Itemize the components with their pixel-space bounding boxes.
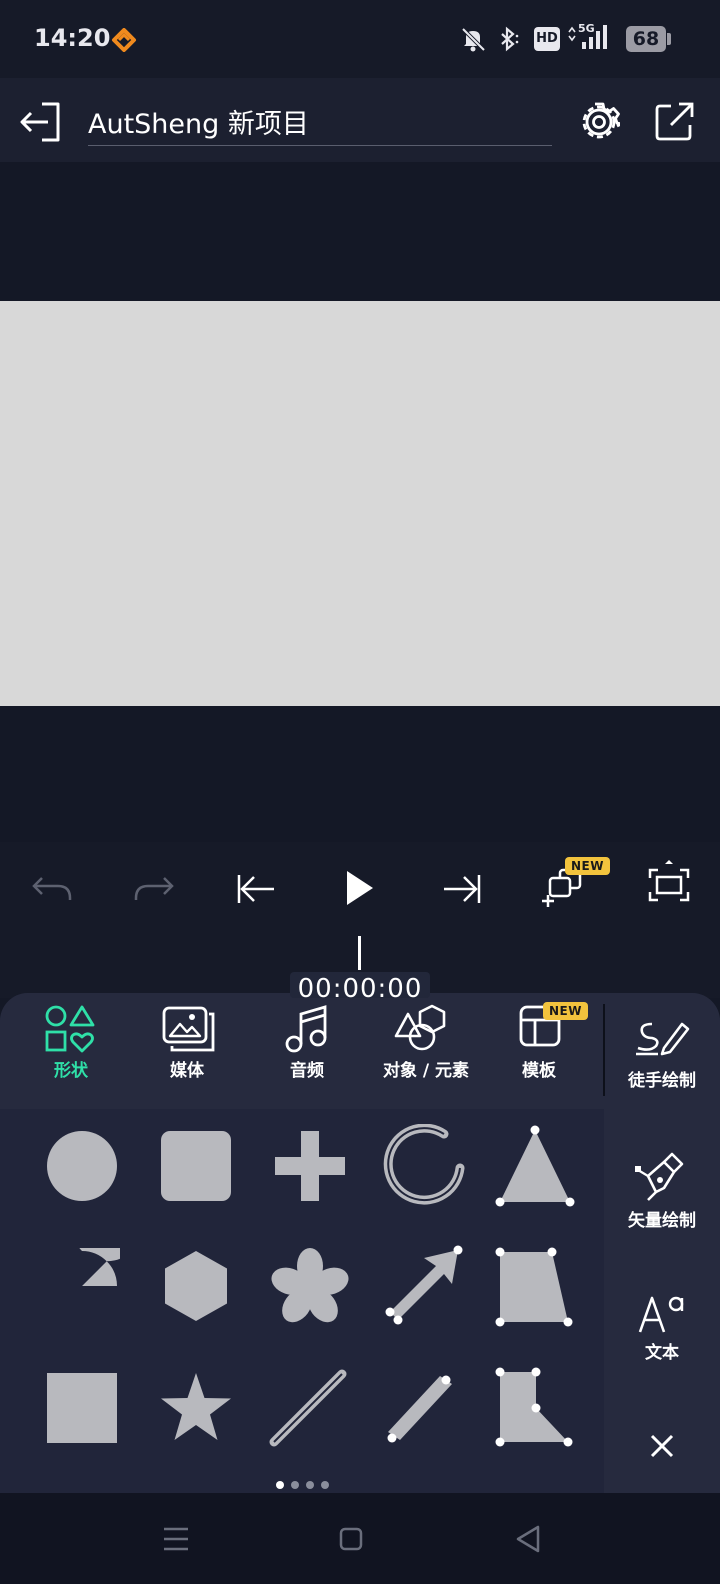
redo-icon[interactable]: [132, 872, 176, 906]
tab-media[interactable]: 媒体: [142, 1000, 232, 1090]
page-dot[interactable]: [321, 1481, 329, 1489]
exit-project-icon[interactable]: [18, 100, 62, 144]
tab-audio[interactable]: 音频: [262, 1000, 352, 1090]
settings-gear-icon[interactable]: [578, 101, 620, 143]
add-layer-new-badge: NEW: [565, 857, 610, 875]
timecode-box: 00:00:00: [290, 972, 430, 998]
bluetooth-icon: [501, 26, 519, 52]
page-dot[interactable]: [276, 1481, 284, 1489]
shape-trapezoid[interactable]: [492, 1246, 576, 1328]
shape-square[interactable]: [44, 1370, 120, 1446]
music-note-icon: [285, 1005, 327, 1053]
shape-plus[interactable]: [272, 1128, 348, 1204]
signal-icon: [568, 25, 607, 49]
media-gallery-icon: [162, 1006, 215, 1052]
close-panel-icon[interactable]: [648, 1432, 676, 1460]
hd-voice-badge: HD: [534, 27, 560, 51]
shape-star[interactable]: [158, 1370, 234, 1446]
page-dot[interactable]: [306, 1481, 314, 1489]
freehand-pen-icon: [636, 1022, 690, 1056]
export-share-icon[interactable]: [654, 100, 696, 142]
tab-label: 模板: [522, 1061, 556, 1081]
shape-flower[interactable]: [270, 1246, 350, 1326]
page-dot[interactable]: [291, 1481, 299, 1489]
undo-icon[interactable]: [30, 872, 74, 906]
templates-new-badge: NEW: [543, 1002, 588, 1020]
project-canvas[interactable]: [0, 301, 720, 706]
tab-label: 对象 / 元素: [382, 1061, 470, 1081]
shape-hexagon[interactable]: [158, 1248, 234, 1324]
play-icon[interactable]: [342, 868, 376, 908]
shape-thick-line[interactable]: [382, 1366, 466, 1450]
shape-triangle[interactable]: [494, 1124, 576, 1208]
timeline-playhead[interactable]: [358, 936, 361, 970]
side-tool-label: 徒手绘制: [628, 1071, 696, 1091]
side-tool-label: 矢量绘制: [628, 1211, 696, 1231]
vector-pen-icon: [635, 1152, 684, 1201]
project-title[interactable]: AutSheng 新项目: [88, 102, 309, 141]
text-icon: [638, 1296, 684, 1333]
shape-rounded-square[interactable]: [158, 1128, 234, 1204]
freehand-draw-button[interactable]: 徒手绘制: [604, 1010, 720, 1100]
battery-indicator: 68: [626, 26, 671, 52]
skip-to-end-icon[interactable]: [442, 872, 482, 906]
vector-draw-button[interactable]: 矢量绘制: [604, 1150, 720, 1240]
tab-shapes[interactable]: 形状: [26, 1000, 116, 1090]
shape-arrow[interactable]: [384, 1244, 466, 1326]
text-tool-button[interactable]: 文本: [604, 1290, 720, 1370]
status-clock: 14:20: [34, 24, 111, 52]
shape-arc-ring[interactable]: [382, 1124, 466, 1208]
battery-cap: [667, 33, 671, 45]
battery-level: 68: [632, 28, 660, 50]
shape-pie[interactable]: [44, 1248, 120, 1324]
tab-label: 形状: [54, 1061, 88, 1081]
side-tool-label: 文本: [645, 1343, 679, 1363]
objects-elements-icon: [394, 1004, 446, 1051]
recent-apps-menu-icon[interactable]: [162, 1526, 190, 1552]
timecode: 00:00:00: [297, 974, 423, 998]
shape-circle[interactable]: [44, 1128, 120, 1204]
tab-label: 音频: [290, 1061, 324, 1081]
mute-icon: [461, 27, 486, 52]
shapes-tab-icon: [45, 1005, 95, 1053]
skip-to-start-icon[interactable]: [236, 872, 276, 906]
back-icon[interactable]: [514, 1524, 542, 1554]
tab-objects-elements[interactable]: 对象 / 元素: [370, 1000, 482, 1090]
home-icon[interactable]: [338, 1526, 364, 1552]
fullscreen-preview-icon[interactable]: [648, 858, 690, 908]
app-notification-icon: [112, 28, 136, 52]
shape-l-shape[interactable]: [492, 1366, 576, 1450]
title-underline: [88, 145, 552, 146]
shape-line[interactable]: [266, 1366, 350, 1450]
tab-label: 媒体: [170, 1061, 204, 1081]
